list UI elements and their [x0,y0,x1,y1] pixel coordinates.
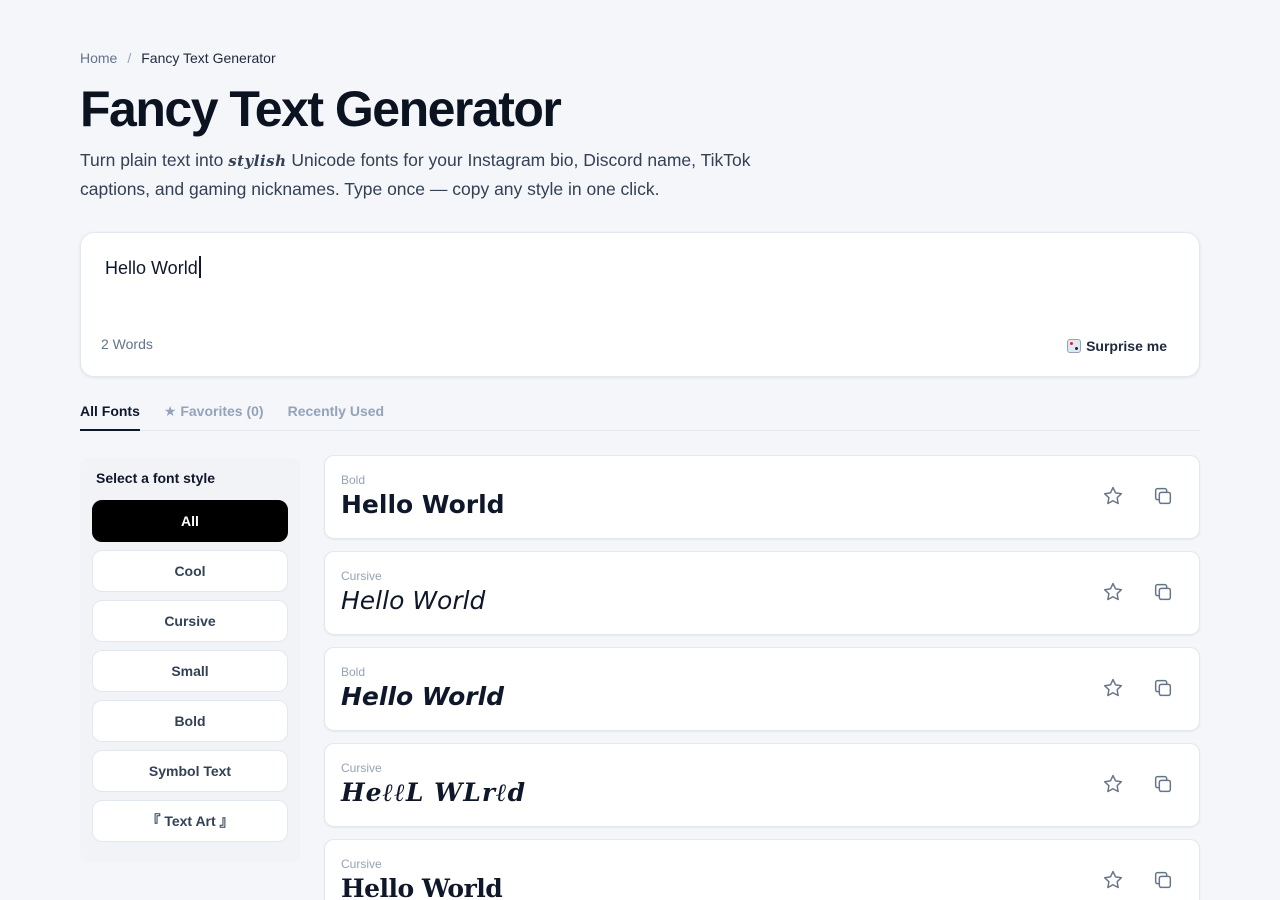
copy-icon[interactable] [1151,868,1175,892]
font-tabs: All Fonts ★ Favorites (0) Recently Used [80,400,1200,431]
style-filter-symbol-text[interactable]: Symbol Text [92,750,288,792]
card-actions [1101,580,1175,604]
tab-recently-used[interactable]: Recently Used [288,400,384,431]
text-cursor [199,256,201,278]
card-actions [1101,676,1175,700]
font-sample-text: Hello World [341,490,505,519]
font-result-card[interactable]: Cursive HeℓℓL WLrℓd [324,743,1200,827]
breadcrumb-current: Fancy Text Generator [141,50,276,66]
star-icon[interactable] [1101,772,1125,796]
style-filter-small[interactable]: Small [92,650,288,692]
card-actions [1101,772,1175,796]
star-icon[interactable] [1101,580,1125,604]
tab-favorites[interactable]: ★ Favorites (0) [164,400,264,431]
surprise-me-button[interactable]: Surprise me [1067,338,1167,354]
font-style-label: Cursive [341,857,382,871]
font-style-label: Cursive [341,761,382,775]
star-icon[interactable] [1101,868,1125,892]
breadcrumb-separator: / [127,50,132,66]
description-styled-word: stylish [228,152,287,170]
star-icon[interactable] [1101,484,1125,508]
copy-icon[interactable] [1151,676,1175,700]
style-filter-bold[interactable]: Bold [92,700,288,742]
font-result-card[interactable]: Bold Hello World [324,455,1200,539]
surprise-me-label: Surprise me [1086,338,1167,354]
page-title: Fancy Text Generator [80,81,562,137]
font-sample-text: Hello World [341,682,505,711]
copy-icon[interactable] [1151,772,1175,796]
font-style-sidebar: Select a font style All Cool Cursive Sma… [80,458,300,862]
star-icon[interactable] [1101,676,1125,700]
font-style-label: Cursive [341,569,382,583]
text-input-card: 2 Words Surprise me [80,232,1200,377]
font-style-label: Bold [341,473,366,487]
font-result-card[interactable]: Bold Hello World [324,647,1200,731]
font-result-card[interactable]: Cursive Hello World [324,839,1200,900]
font-style-panel: Select a font style All Cool Cursive Sma… [80,458,300,862]
description-text-start: Turn plain text into [80,150,229,170]
style-filter-text-art[interactable]: 『 Text Art 』 [92,800,288,842]
text-input[interactable] [105,253,1165,283]
copy-icon[interactable] [1151,580,1175,604]
font-sample-text: Hello World [341,874,503,900]
font-result-card[interactable]: Cursive Hello World [324,551,1200,635]
card-actions [1101,868,1175,892]
sidebar-heading: Select a font style [96,470,216,486]
page-description: Turn plain text into stylish Unicode fon… [80,146,800,203]
breadcrumb-home-link[interactable]: Home [80,50,117,66]
style-filter-cursive[interactable]: Cursive [92,600,288,642]
breadcrumb: Home / Fancy Text Generator [80,50,276,66]
word-count: 2 Words [101,336,153,352]
style-filter-all[interactable]: All [92,500,288,542]
dice-icon [1067,339,1082,353]
card-actions [1101,484,1175,508]
style-filter-cool[interactable]: Cool [92,550,288,592]
font-sample-text: Hello World [341,586,486,615]
font-style-label: Bold [341,665,366,679]
tab-all-fonts[interactable]: All Fonts [80,400,140,431]
font-results-list: Bold Hello World Cursive Hello World Bol… [324,455,1200,900]
font-sample-text: HeℓℓL WLrℓd [341,778,527,807]
copy-icon[interactable] [1151,484,1175,508]
